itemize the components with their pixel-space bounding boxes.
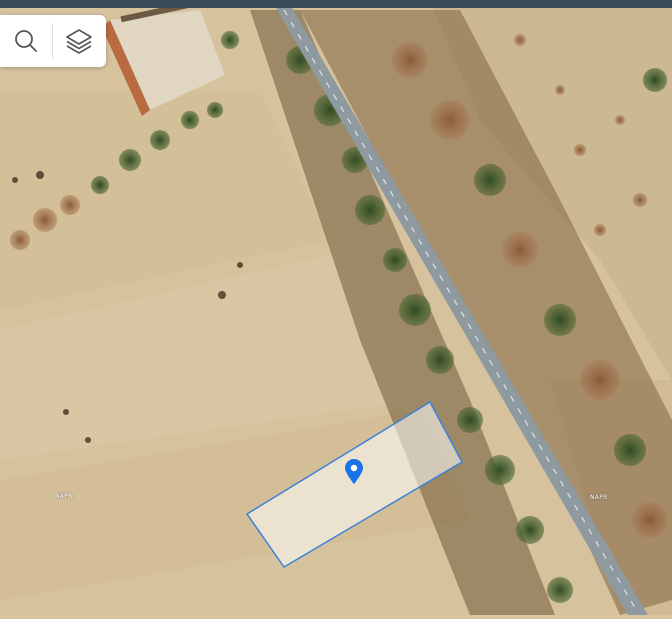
search-icon xyxy=(15,30,37,52)
map-label-napr-right: NAPR xyxy=(590,494,608,501)
map-toolbar xyxy=(0,15,106,67)
layers-icon xyxy=(66,29,92,54)
satellite-imagery xyxy=(0,0,672,615)
search-button[interactable] xyxy=(0,15,52,67)
layers-button[interactable] xyxy=(53,15,105,67)
map-view[interactable]: NAPR NAPR xyxy=(0,0,672,615)
map-label-napr-left: NAPR xyxy=(55,493,73,500)
top-bar xyxy=(0,0,672,8)
